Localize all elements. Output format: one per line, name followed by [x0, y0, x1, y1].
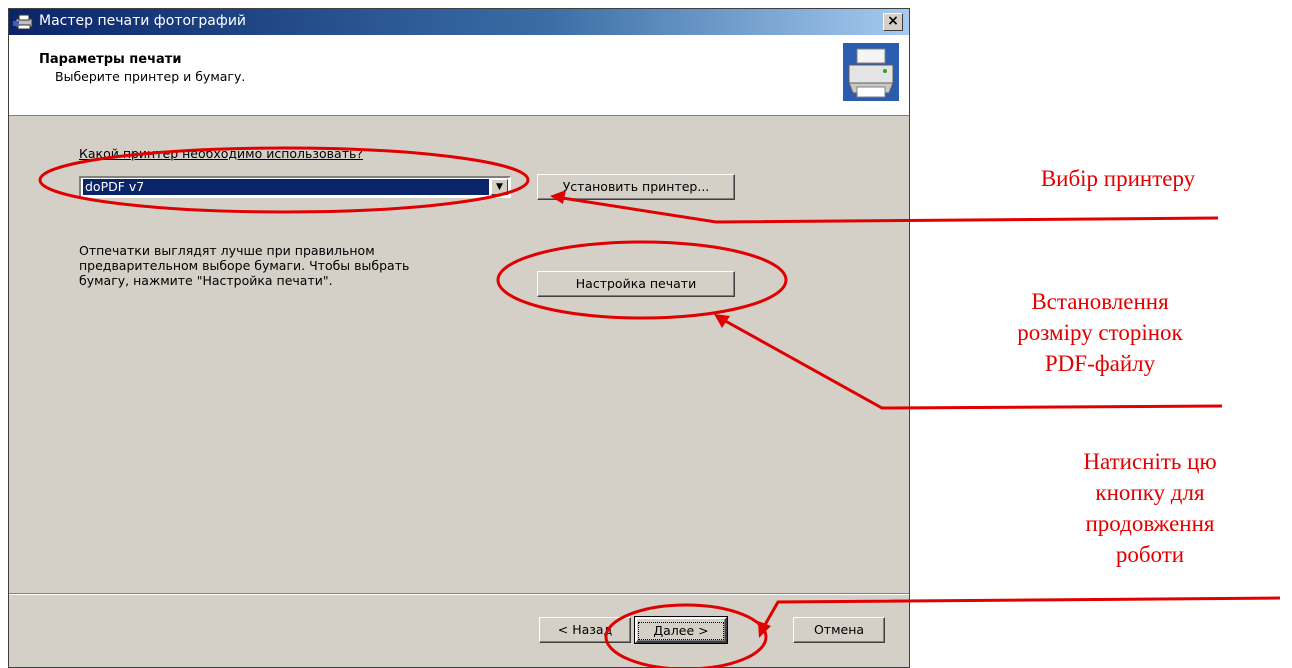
arrow-printer — [555, 195, 1219, 224]
arrow-next — [760, 596, 1281, 631]
annotation-page-size: Встановлення розміру сторінок PDF-файлу — [960, 286, 1240, 379]
annotation-continue-line-4: роботи — [1115, 542, 1185, 567]
annotation-continue-line-1: Натисніть цю — [1083, 449, 1217, 474]
annotation-continue-line-3: продовження — [1085, 511, 1215, 536]
next-button-highlight-ellipse — [604, 603, 768, 668]
setup-button-highlight-ellipse — [496, 240, 788, 320]
annotation-page-size-line-1: Встановлення — [1031, 289, 1169, 314]
annotation-printer-choice: Вибір принтеру — [1040, 166, 1196, 191]
printer-select-highlight-ellipse — [38, 146, 530, 214]
annotation-page-size-line-3: PDF-файлу — [1044, 351, 1156, 376]
annotation-continue: Натисніть цю кнопку для продовження робо… — [1030, 446, 1270, 570]
annotation-continue-line-2: кнопку для — [1095, 480, 1205, 505]
annotation-page-size-line-2: розміру сторінок — [1017, 320, 1183, 345]
arrowhead-printer — [550, 190, 566, 204]
